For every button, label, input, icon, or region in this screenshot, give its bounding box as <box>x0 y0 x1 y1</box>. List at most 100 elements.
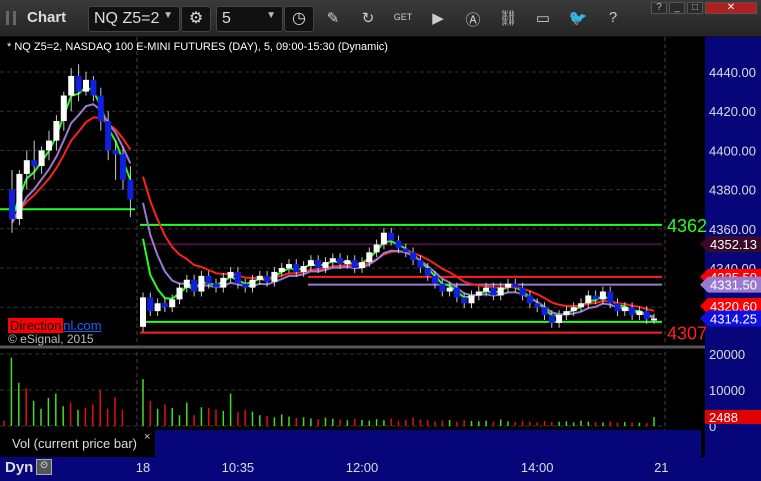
candle-down <box>75 75 82 92</box>
chart-area[interactable]: 4440.00 4420.00 4400.00 4380.00 4360.00 4340.… <box>0 37 761 457</box>
candle-down <box>453 287 460 298</box>
candle-up <box>366 252 373 263</box>
candle-up <box>68 75 75 96</box>
candle-up <box>53 121 60 141</box>
interval-select[interactable]: 5 ▼ <box>216 6 283 32</box>
play-icon[interactable]: ▶ <box>428 9 448 27</box>
level-label: 4307 <box>667 324 707 344</box>
candle-up <box>227 271 234 278</box>
candle-down <box>541 307 548 316</box>
candle-down <box>205 275 212 284</box>
watermark-link[interactable]: nl.com <box>63 318 101 333</box>
candle-down <box>519 287 526 296</box>
time-label: 10:35 <box>221 460 255 475</box>
time-label: 14:00 <box>520 460 554 475</box>
time-label: 18 <box>135 460 151 475</box>
candle-down <box>607 291 614 304</box>
candle-down <box>395 240 402 249</box>
candle-down <box>351 260 358 268</box>
candle-down <box>548 315 555 323</box>
candle-up <box>23 160 30 174</box>
window-menu-button[interactable]: ? <box>651 2 667 14</box>
link-icon[interactable]: ⛓ <box>498 9 518 27</box>
candle-up <box>83 79 89 92</box>
candle-up <box>16 173 23 219</box>
candle-up <box>380 232 387 245</box>
candle-up <box>563 311 570 316</box>
refresh-icon[interactable]: ↻ <box>358 9 378 27</box>
chevron-down-icon: ▼ <box>163 10 173 21</box>
candle-down <box>191 279 198 292</box>
chart-canvas[interactable]: 4440.004420.004400.004380.004360.004340.… <box>0 37 761 457</box>
candle-up <box>169 299 176 308</box>
candle-up <box>329 258 336 263</box>
window-title: Chart <box>27 9 67 26</box>
watermark: Direction nl.com <box>8 318 102 333</box>
candle-down <box>592 295 599 300</box>
clock-icon: ◷ <box>292 10 306 27</box>
candle-up <box>636 311 643 316</box>
draw-pencil-icon[interactable]: ✎ <box>323 9 343 27</box>
twitter-icon[interactable]: 🐦 <box>568 9 588 27</box>
candle-down <box>461 297 468 304</box>
symbol-settings-button[interactable]: ⚙ <box>181 6 211 32</box>
candle-up <box>475 291 482 296</box>
candle-down <box>490 287 497 296</box>
candle-up <box>300 266 307 272</box>
maximize-button[interactable]: □ <box>687 2 703 14</box>
candle-up <box>446 287 453 292</box>
candle-up <box>271 271 278 282</box>
candle-up <box>60 95 67 121</box>
drag-grip-icon[interactable] <box>6 11 16 25</box>
watermark-red: Direction <box>8 318 64 333</box>
candle-up <box>599 291 606 300</box>
comment-icon[interactable]: ▭ <box>533 9 553 27</box>
price-tick-label: 4420.00 <box>709 104 756 119</box>
minimize-button[interactable]: _ <box>669 2 685 14</box>
candle-down <box>512 283 519 288</box>
gear-icon: ⚙ <box>188 10 204 27</box>
candle-up <box>621 307 628 312</box>
time-label: 21 <box>654 460 669 475</box>
help-icon[interactable]: ? <box>603 9 623 26</box>
candle-up <box>154 303 161 312</box>
candle-up <box>468 295 475 304</box>
candle-up <box>651 318 657 321</box>
candle-down <box>388 232 395 241</box>
candle-down <box>264 275 271 282</box>
candle-up <box>183 279 190 288</box>
candle-down <box>402 248 409 253</box>
close-button[interactable]: ✕ <box>705 2 757 14</box>
lock-clock-icon[interactable]: ⏲ <box>36 459 52 475</box>
study-close-icon[interactable]: × <box>144 431 150 443</box>
volume-flag-label: 2488 <box>709 410 738 425</box>
candle-up <box>220 277 227 288</box>
time-axis[interactable] <box>0 457 761 481</box>
alert-icon[interactable]: Ⓐ <box>463 9 483 30</box>
price-tick-label: 4360.00 <box>709 222 756 237</box>
volume-tick-label: 20000 <box>709 347 745 362</box>
candle-up <box>556 315 563 323</box>
candle-down <box>439 283 446 292</box>
candle-down <box>337 258 344 265</box>
candle-up <box>38 150 45 167</box>
price-tick-label: 4400.00 <box>709 143 756 158</box>
level-label: 4362 <box>667 216 707 236</box>
candle-down <box>105 121 112 151</box>
candle-up <box>359 262 365 268</box>
interval-value: 5 <box>222 10 231 27</box>
interval-time-button[interactable]: ◷ <box>284 6 314 32</box>
candle-up <box>344 260 351 265</box>
candle-up <box>373 244 380 253</box>
get-icon[interactable]: GET <box>393 12 413 22</box>
candle-down <box>643 311 650 319</box>
price-tick-label: 4380.00 <box>709 183 756 198</box>
candle-down <box>161 303 168 308</box>
candle-up <box>140 297 146 327</box>
dynamic-button[interactable]: Dyn <box>5 459 33 476</box>
candle-down <box>9 189 15 219</box>
symbol-select[interactable]: NQ Z5=2 ▼ <box>88 6 180 32</box>
symbol-value: NQ Z5=2 <box>94 10 160 27</box>
candle-down <box>432 275 438 284</box>
volume-tick-label: 10000 <box>709 383 745 398</box>
